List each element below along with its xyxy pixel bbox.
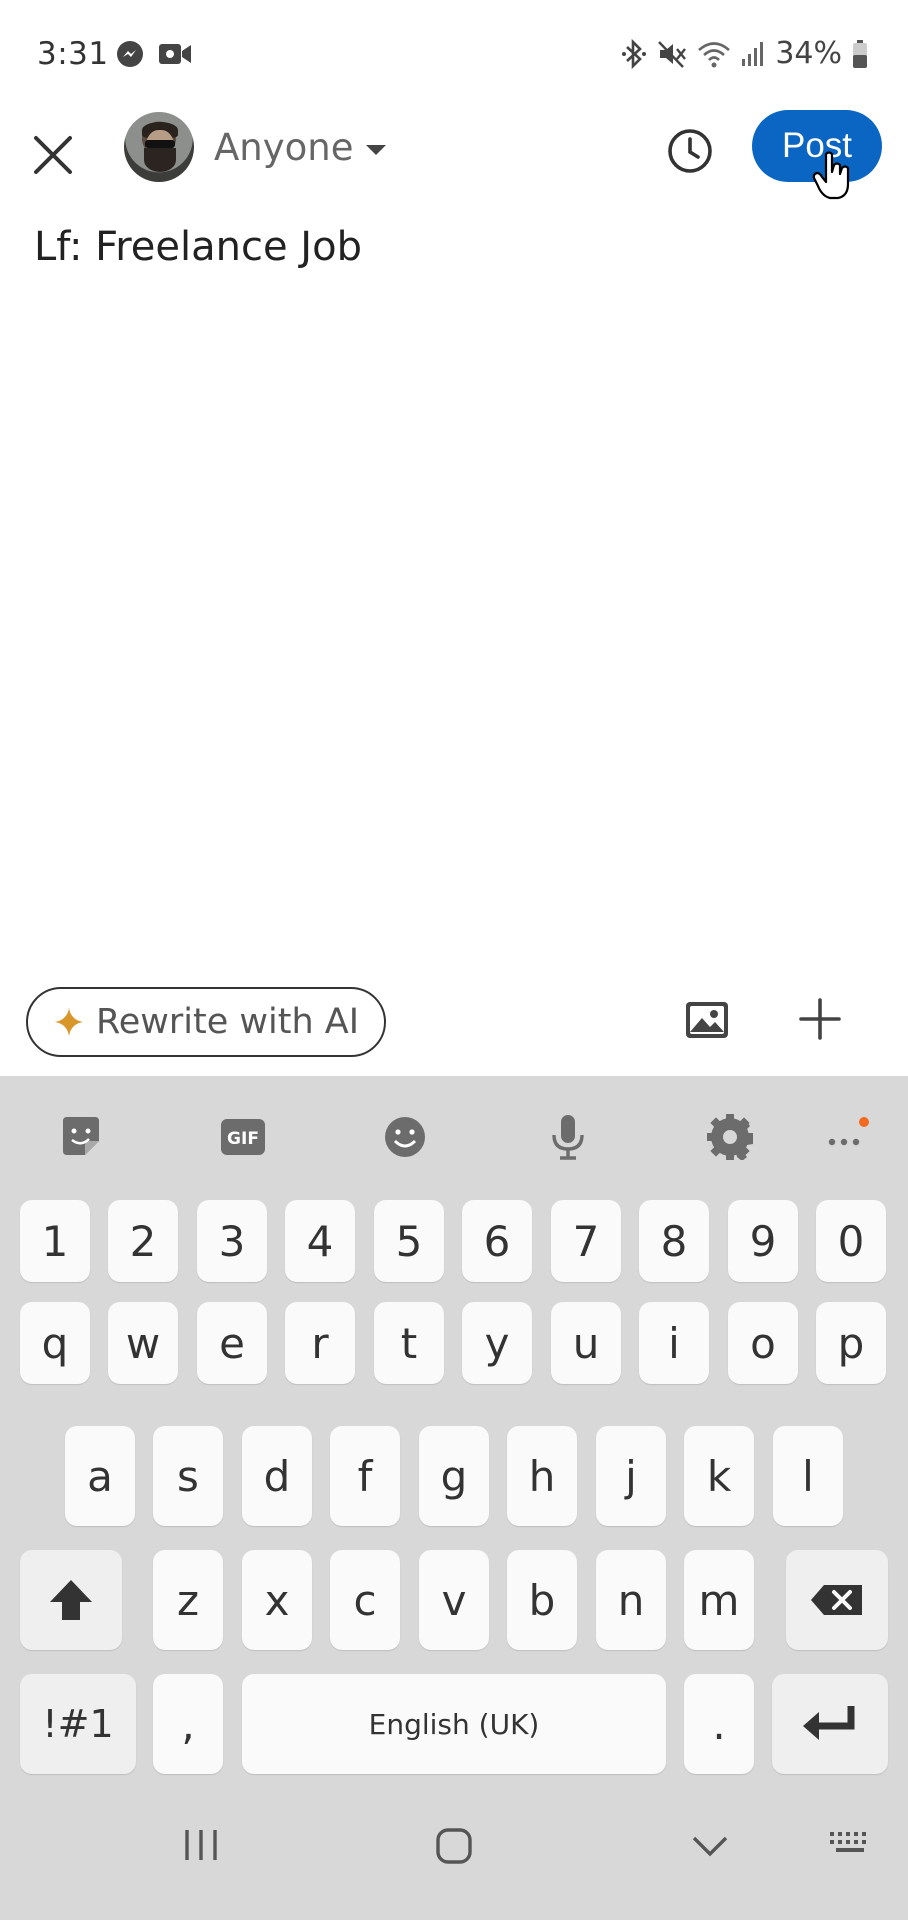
sticker-icon[interactable] [58,1114,104,1160]
backspace-key[interactable] [786,1550,888,1650]
more-icon[interactable] [824,1114,870,1160]
messenger-icon [116,40,144,72]
microphone-icon[interactable] [545,1114,591,1160]
key-f[interactable]: f [330,1426,400,1526]
period-key[interactable]: . [684,1674,754,1774]
close-button[interactable] [28,130,78,180]
mute-icon [657,39,687,69]
key-4[interactable]: 4 [285,1200,355,1282]
key-c[interactable]: c [330,1550,400,1650]
bluetooth-icon [621,38,647,69]
key-8[interactable]: 8 [639,1200,709,1282]
chevron-down-icon [692,1836,728,1857]
recent-apps-icon [185,1830,217,1860]
hide-keyboard-button[interactable] [690,1826,730,1868]
add-image-button[interactable] [684,1000,730,1044]
key-o[interactable]: o [728,1302,798,1384]
key-z[interactable]: z [153,1550,223,1650]
key-a[interactable]: a [65,1426,135,1526]
status-time: 3:31 [37,36,109,72]
keyboard-toolbar: GIF [0,1076,908,1196]
key-0[interactable]: 0 [816,1200,886,1282]
avatar [124,112,194,182]
rewrite-with-ai-button[interactable]: Rewrite with AI [26,987,386,1057]
key-y[interactable]: y [462,1302,532,1384]
emoji-icon[interactable] [382,1114,428,1160]
hand-cursor-icon [812,150,854,206]
key-x[interactable]: x [242,1550,312,1650]
wifi-icon [697,40,731,68]
symbols-key[interactable]: !#1 [20,1674,136,1774]
status-bar: 3:31 34% [0,0,908,110]
key-n[interactable]: n [596,1550,666,1650]
keyboard: GIF 1 2 3 4 5 6 7 8 9 0 q w e r t y u i … [0,1076,908,1776]
shift-key[interactable] [20,1550,122,1650]
image-icon [686,1002,728,1038]
key-h[interactable]: h [507,1426,577,1526]
svg-text:GIF: GIF [227,1129,259,1149]
key-j[interactable]: j [596,1426,666,1526]
compose-header: Anyone Post [0,110,908,222]
sparkle-icon [55,1008,83,1036]
key-t[interactable]: t [374,1302,444,1384]
battery-icon [852,39,868,69]
shift-icon [50,1580,92,1620]
key-i[interactable]: i [639,1302,709,1384]
home-icon [436,1828,472,1864]
key-d[interactable]: d [242,1426,312,1526]
recent-apps-button[interactable] [182,1826,220,1868]
enter-icon [803,1706,855,1740]
key-p[interactable]: p [816,1302,886,1384]
settings-icon[interactable] [707,1114,753,1160]
key-6[interactable]: 6 [462,1200,532,1282]
key-r[interactable]: r [285,1302,355,1384]
system-navigation-bar [0,1776,908,1920]
keyboard-switch-button[interactable] [828,1826,872,1868]
key-w[interactable]: w [108,1302,178,1384]
add-more-button[interactable] [798,997,842,1045]
key-q[interactable]: q [20,1302,90,1384]
post-text: Lf: Freelance Job [34,224,362,270]
chevron-down-icon [365,144,386,155]
enter-key[interactable] [772,1674,888,1774]
key-9[interactable]: 9 [728,1200,798,1282]
status-right: 34% [621,36,868,71]
key-7[interactable]: 7 [551,1200,621,1282]
key-u[interactable]: u [551,1302,621,1384]
key-5[interactable]: 5 [374,1200,444,1282]
key-k[interactable]: k [684,1426,754,1526]
key-v[interactable]: v [419,1550,489,1650]
rewrite-label: Rewrite with AI [96,1002,360,1042]
clock-icon [668,129,712,173]
keyboard-icon [830,1832,866,1852]
schedule-button[interactable] [666,127,714,175]
video-call-icon [158,41,192,71]
audience-label: Anyone [214,126,354,169]
signal-icon [741,41,765,67]
gif-icon[interactable]: GIF [220,1114,266,1160]
compose-tools-row: Rewrite with AI [0,985,908,1057]
key-m[interactable]: m [684,1550,754,1650]
comma-key[interactable]: , [153,1674,223,1774]
plus-icon [799,998,841,1040]
space-key[interactable]: English (UK) [242,1674,666,1774]
key-e[interactable]: e [197,1302,267,1384]
audience-selector[interactable]: Anyone [214,126,386,169]
post-text-area[interactable]: Lf: Freelance Job [34,224,874,270]
battery-percent: 34% [775,36,842,71]
key-3[interactable]: 3 [197,1200,267,1282]
status-left-icons [116,40,192,72]
key-b[interactable]: b [507,1550,577,1650]
backspace-icon [811,1585,862,1615]
key-g[interactable]: g [419,1426,489,1526]
home-button[interactable] [434,1826,474,1870]
key-l[interactable]: l [773,1426,843,1526]
key-1[interactable]: 1 [20,1200,90,1282]
close-icon [34,136,72,174]
key-s[interactable]: s [153,1426,223,1526]
key-2[interactable]: 2 [108,1200,178,1282]
